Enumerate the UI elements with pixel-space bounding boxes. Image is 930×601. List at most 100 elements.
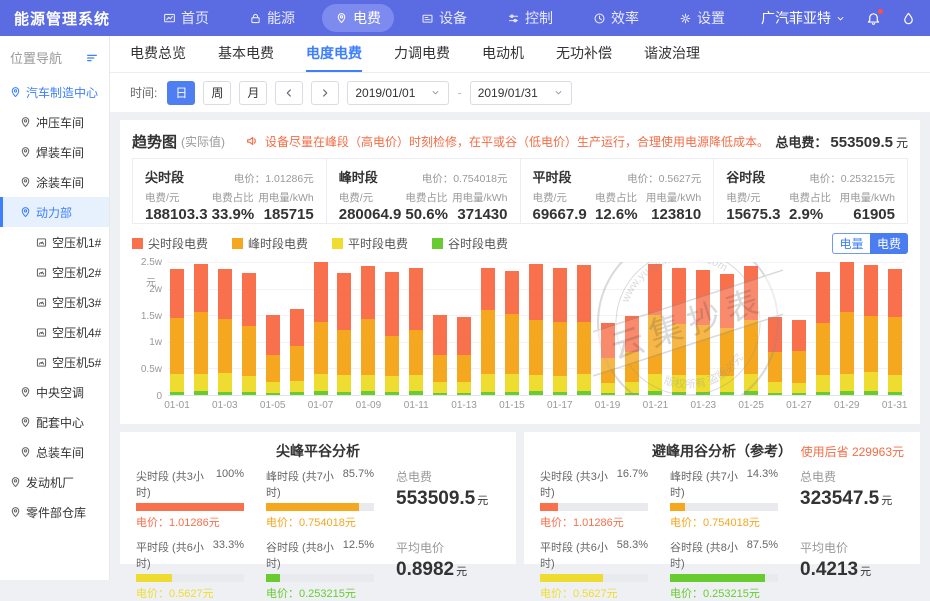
period-price: 电价：0.253215元 (809, 171, 895, 186)
tree-item[interactable]: 焊装车间 (0, 137, 109, 167)
analysis-right-title: 避峰用谷分析（参考） (652, 443, 792, 459)
notifications-button[interactable] (866, 11, 881, 26)
mode-button-3[interactable]: 月 (239, 81, 267, 105)
nav-item-1[interactable]: 首页 (150, 4, 222, 32)
meter-percent: 87.5% (747, 539, 778, 571)
meter-track (540, 574, 648, 582)
location-pin-icon (9, 506, 22, 519)
tree-item[interactable]: 汽车制造中心 (0, 77, 109, 107)
tree-item[interactable]: 空压机4# (0, 317, 109, 347)
nav-item-5[interactable]: 控制 (494, 4, 566, 32)
meter-percent: 100% (216, 468, 244, 500)
period-name: 峰时段 (339, 167, 378, 186)
end-date-picker[interactable]: 2019/01/31 (470, 81, 572, 105)
start-date-value: 2019/01/01 (355, 86, 415, 100)
toggle-option-1[interactable]: 电量 (832, 233, 870, 254)
meter-price: 电价：0.253215元 (266, 585, 374, 601)
chevron-down-icon (553, 87, 564, 98)
nav-item-label: 首页 (181, 8, 209, 28)
location-pin-icon (9, 86, 22, 99)
bar-01-29 (840, 262, 854, 395)
legend-item[interactable]: 峰时段电费 (232, 235, 308, 252)
control-icon (507, 12, 520, 25)
trend-panel: 趋势图 (实际值) 设备尽量在峰段（高电价）时刻检修，在平或谷（低电价）生产运行… (120, 120, 920, 424)
bar-01-15 (505, 271, 519, 395)
tab-4[interactable]: 力调电费 (394, 36, 450, 72)
tab-5[interactable]: 电动机 (482, 36, 524, 72)
period-stat: 用电量/kWh123810 (646, 190, 701, 223)
speaker-icon (245, 134, 259, 148)
nav-item-7[interactable]: 设置 (666, 4, 738, 32)
tree-item[interactable]: 动力部 (0, 197, 109, 227)
bar-01-08 (337, 273, 351, 395)
filter-icon[interactable] (85, 51, 99, 65)
period-price: 电价：1.01286元 (234, 171, 314, 186)
x-tick: 01-07 (304, 400, 338, 411)
x-tick: 01-25 (734, 400, 768, 411)
chevron-left-icon (282, 86, 296, 100)
water-drop-icon (901, 11, 916, 26)
tree-item[interactable]: 零件部仓库 (0, 497, 109, 527)
meter-price: 电价：0.754018元 (266, 514, 374, 530)
legend-item[interactable]: 尖时段电费 (132, 235, 208, 252)
company-dropdown[interactable]: 广汽菲亚特 (761, 8, 846, 28)
meter-icon (35, 266, 48, 279)
x-tick: 01-17 (543, 400, 577, 411)
meter-percent: 16.7% (617, 468, 648, 500)
toggle-option-2[interactable]: 电费 (870, 233, 908, 254)
bar-01-16 (529, 264, 543, 395)
tree-item[interactable]: 冲压车间 (0, 107, 109, 137)
legend-item[interactable]: 平时段电费 (332, 235, 408, 252)
meter-track (136, 574, 244, 582)
next-period-button[interactable] (311, 81, 339, 105)
navbar-right: 广汽菲亚特 (761, 8, 916, 28)
tree-item[interactable]: 发动机厂 (0, 467, 109, 497)
trend-title: 趋势图 (132, 131, 177, 152)
mode-button-1[interactable]: 日 (167, 81, 195, 105)
period-stat: 用电量/kWh371430 (452, 190, 507, 223)
period-card: 尖时段电价：1.01286元电费/元188103.3电费占比33.9%用电量/k… (133, 159, 326, 223)
nav-item-6[interactable]: 效率 (580, 4, 652, 32)
analysis-left-title: 尖峰平谷分析 (276, 443, 360, 459)
tab-1[interactable]: 电费总览 (130, 36, 186, 72)
bar-01-04 (242, 273, 256, 395)
tree-item[interactable]: 涂装车间 (0, 167, 109, 197)
chart-legend: 尖时段电费 峰时段电费 平时段电费 谷时段电费 (132, 235, 532, 252)
nav-item-2[interactable]: 能源 (236, 4, 308, 32)
mode-button-2[interactable]: 周 (203, 81, 231, 105)
tab-6[interactable]: 无功补偿 (556, 36, 612, 72)
avoid-peak-analysis-panel: 避峰用谷分析（参考） 使用后省 229963元 尖时段 (共3小时)16.7%电… (524, 432, 920, 564)
tab-7[interactable]: 谐波治理 (644, 36, 700, 72)
theme-drop-button[interactable] (901, 11, 916, 26)
tab-2[interactable]: 基本电费 (218, 36, 274, 72)
nav-item-3[interactable]: 电费 (322, 4, 394, 32)
meter-track (266, 503, 374, 511)
tree-item[interactable]: 中央空调 (0, 377, 109, 407)
nav-item-label: 设置 (697, 8, 725, 28)
tab-3[interactable]: 电度电费 (306, 36, 362, 72)
x-tick: 01-03 (208, 400, 242, 411)
start-date-picker[interactable]: 2019/01/01 (347, 81, 449, 105)
analysis-stat: 总电费553509.5元 (396, 468, 500, 530)
x-tick: 01-11 (399, 400, 433, 411)
tree-item[interactable]: 总装车间 (0, 437, 109, 467)
nav-item-label: 控制 (525, 8, 553, 28)
tree-item[interactable]: 配套中心 (0, 407, 109, 437)
tree-item[interactable]: 空压机5# (0, 347, 109, 377)
nav-item-4[interactable]: 设备 (408, 4, 480, 32)
prev-period-button[interactable] (275, 81, 303, 105)
tree-item[interactable]: 空压机3# (0, 287, 109, 317)
x-tick: 01-23 (686, 400, 720, 411)
legend-item[interactable]: 谷时段电费 (432, 235, 508, 252)
legend-color-chip (132, 238, 143, 249)
period-name: 平时段 (533, 167, 572, 186)
tree-item[interactable]: 空压机1# (0, 227, 109, 257)
legend-row: 尖时段电费 峰时段电费 平时段电费 谷时段电费 电量电费 (132, 232, 908, 254)
tree-item[interactable]: 空压机2# (0, 257, 109, 287)
x-tick: 01-13 (447, 400, 481, 411)
stat-unit: 元 (456, 566, 467, 578)
date-range-separator: - (457, 85, 461, 100)
nav-item-label: 电费 (353, 8, 381, 28)
energy-saving-notice: 设备尽量在峰段（高电价）时刻检修，在平或谷（低电价）生产运行，合理使用电源降低成… (265, 133, 775, 150)
period-card: 峰时段电价：0.754018元电费/元280064.9电费占比50.6%用电量/… (326, 159, 520, 223)
